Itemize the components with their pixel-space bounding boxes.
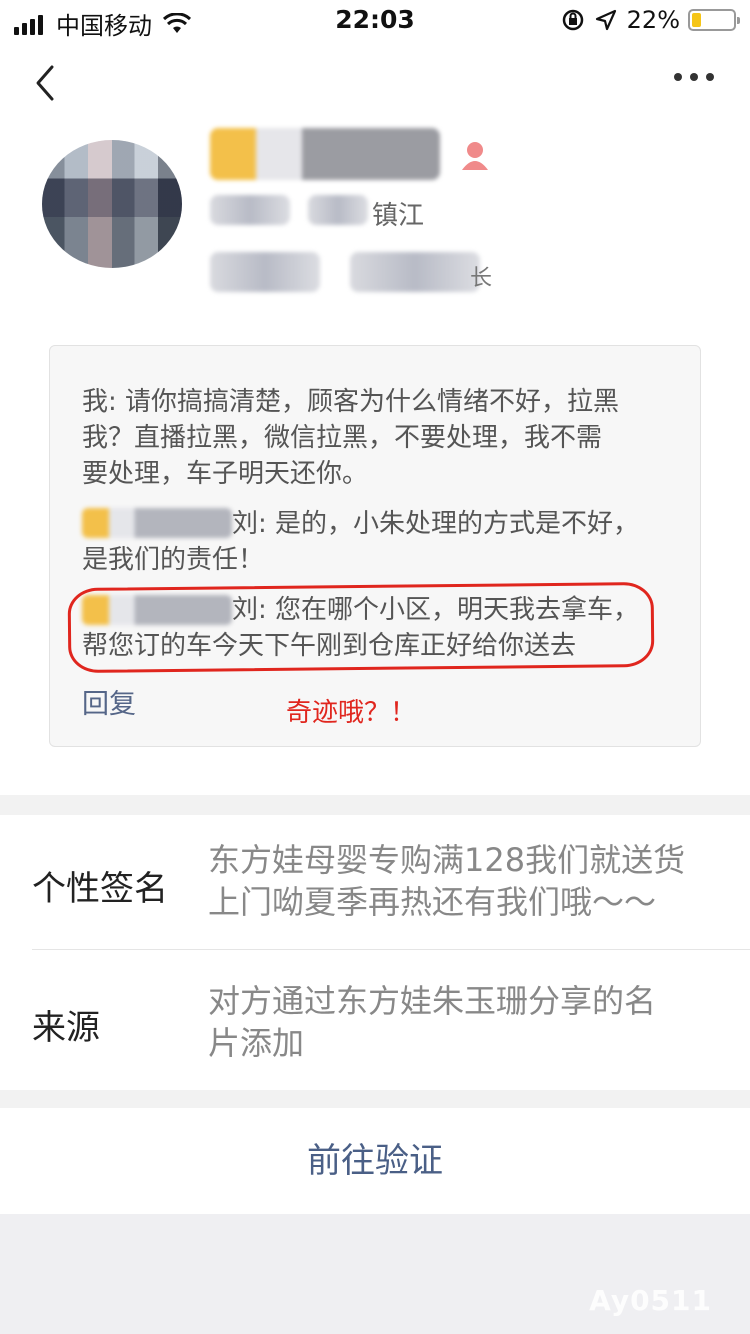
source-row: 来源 对方通过东方娃朱玉珊分享的名 片添加 [0,950,750,1090]
section-divider [0,795,750,815]
status-right: 22% [561,6,740,34]
signature-line: 东方娃母婴专购满128我们就送货 [208,841,686,879]
reply-link[interactable]: 回复 [82,682,136,721]
info-section: 个性签名 东方娃母婴专购满128我们就送货 上门呦夏季再热还有我们哦～～ 来源 … [0,815,750,1090]
reply-line: 是我们的责任！ [82,545,265,575]
region-city: 镇江 [372,201,425,231]
location-arrow-icon [595,9,616,31]
comment-card: 我: 请你搞搞清楚，顾客为什么情绪不好，拉黑 我？直播拉黑，微信拉黑，不要处理，… [49,345,701,747]
nav-bar [0,45,750,125]
source-line: 对方通过东方娃朱玉珊分享的名 [208,982,657,1020]
source-value: 对方通过东方娃朱玉珊分享的名 片添加 [208,980,728,1064]
signature-value: 东方娃母婴专购满128我们就送货 上门呦夏季再热还有我们哦～～ [208,839,728,923]
battery-percent: 22% [626,6,680,34]
more-icon[interactable] [674,73,714,81]
region-redacted-2 [308,195,368,225]
status-bar: 中国移动 22:03 22% [0,0,750,40]
section-divider-2 [0,1090,750,1108]
orientation-lock-icon [562,9,583,31]
battery-fill [692,13,701,27]
detail-redacted-2 [350,252,480,292]
watermark: Ay0511 [589,1284,712,1317]
avatar[interactable] [42,140,182,268]
my-comment-line: 要处理，车子明天还你。 [82,459,369,489]
source-line: 片添加 [208,1024,305,1062]
my-comment: 我: 请你搞搞清楚，顾客为什么情绪不好，拉黑 我？直播拉黑，微信拉黑，不要处理，… [82,384,619,492]
highlight-ring [67,581,655,674]
source-label: 来源 [32,1008,100,1048]
battery-icon [688,9,740,31]
signature-line: 上门呦夏季再热还有我们哦～～ [208,883,657,921]
annotation-text: 奇迹哦？！ [286,698,417,728]
contact-name-redacted [210,128,440,180]
detail-fragment: 长 [470,266,493,291]
signature-row: 个性签名 东方娃母婴专购满128我们就送货 上门呦夏季再热还有我们哦～～ [0,815,750,950]
female-icon [462,142,488,170]
detail-redacted [210,252,320,292]
my-comment-line: 我？直播拉黑，微信拉黑，不要处理，我不需 [82,423,603,453]
reply-line: 刘: 是的，小朱处理的方式是不好， [232,509,640,539]
region-redacted [210,195,290,225]
reply-comment-1: 刘: 是的，小朱处理的方式是不好， 是我们的责任！ [82,506,639,578]
back-chevron-icon[interactable] [30,63,60,103]
verify-button[interactable]: 前往验证 [0,1108,750,1214]
signature-label: 个性签名 [32,869,168,909]
my-comment-line: 我: 请你搞搞清楚，顾客为什么情绪不好，拉黑 [82,387,620,417]
